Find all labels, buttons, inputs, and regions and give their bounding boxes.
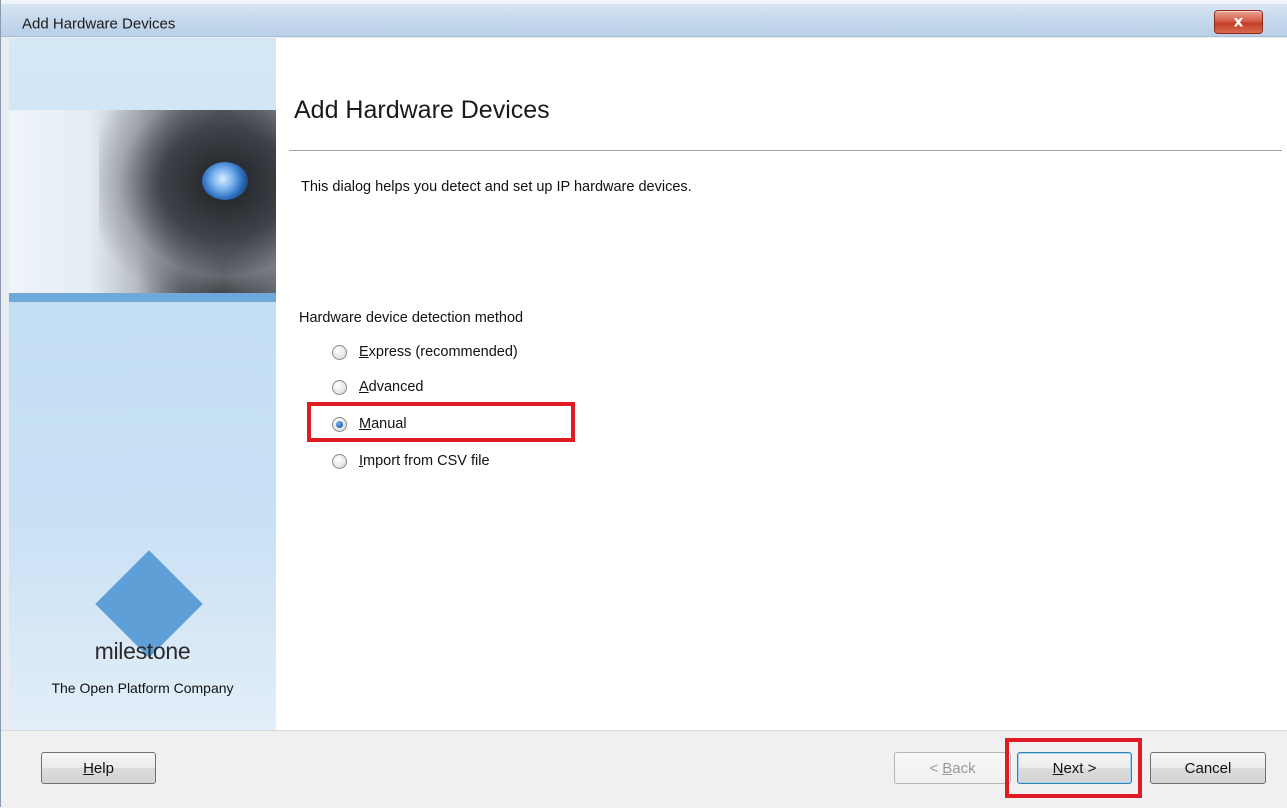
content-panel: Add Hardware Devices This dialog helps y… — [276, 38, 1287, 730]
left-banner: milestone The Open Platform Company — [9, 38, 276, 730]
header-divider — [289, 150, 1282, 151]
highlight-box-manual — [307, 402, 575, 442]
highlight-box-next — [1005, 738, 1142, 798]
radio-label-express: Express (recommended) — [359, 344, 518, 360]
radio-option-express[interactable]: Express (recommended) — [332, 341, 518, 363]
dialog-window: Add Hardware Devices x milestone The Ope… — [0, 0, 1287, 808]
close-button[interactable]: x — [1214, 10, 1263, 34]
title-bar[interactable]: Add Hardware Devices x — [1, 0, 1287, 37]
cancel-button[interactable]: Cancel — [1150, 752, 1266, 784]
back-button[interactable]: < Back — [894, 752, 1011, 784]
help-button[interactable]: Help — [41, 752, 156, 784]
radio-advanced[interactable] — [332, 379, 347, 395]
tagline: The Open Platform Company — [51, 680, 234, 696]
radio-express[interactable] — [332, 344, 347, 360]
close-icon: x — [1233, 12, 1244, 31]
radio-option-advanced[interactable]: Advanced — [332, 376, 424, 398]
wolf-eye-image — [9, 110, 276, 293]
radio-import-csv[interactable] — [332, 453, 347, 469]
page-title: Add Hardware Devices — [294, 96, 550, 124]
radio-label-advanced: Advanced — [359, 379, 424, 395]
logo-text: milestone — [94, 638, 191, 664]
detection-method-label: Hardware device detection method — [299, 310, 524, 326]
banner-stripe — [9, 293, 276, 302]
window-title: Add Hardware Devices — [22, 15, 176, 33]
radio-label-import-csv: Import from CSV file — [359, 453, 490, 469]
radio-option-import-csv[interactable]: Import from CSV file — [332, 450, 490, 472]
description-text: This dialog helps you detect and set up … — [301, 179, 692, 195]
